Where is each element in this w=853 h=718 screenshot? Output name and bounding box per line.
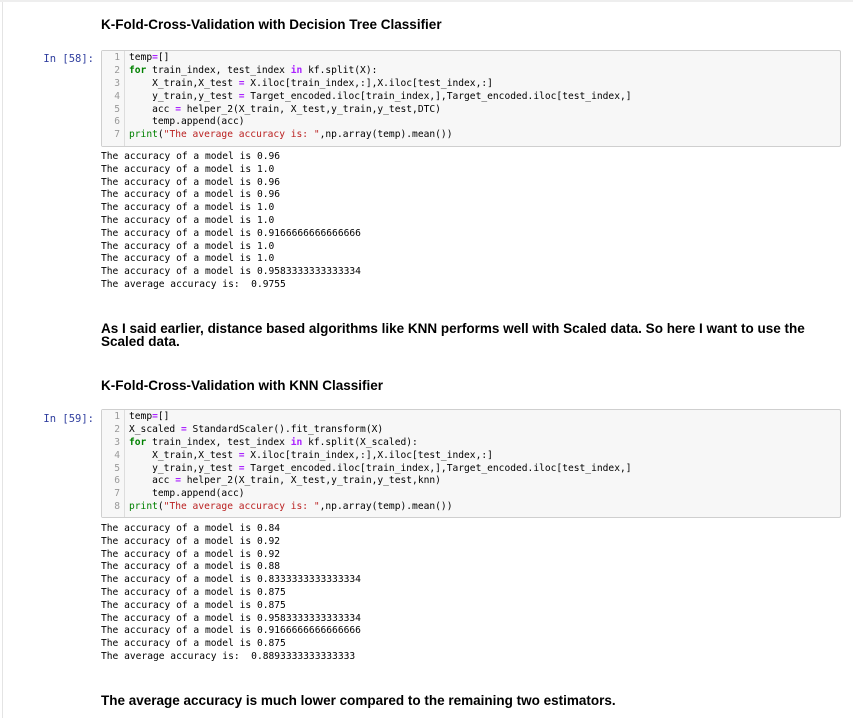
output-line: The accuracy of a model is 1.0: [101, 240, 275, 252]
cell-prompt-58: In [58]:: [43, 53, 94, 65]
code-line[interactable]: 1 temp=[]: [102, 52, 840, 65]
code-line[interactable]: 2 for train_index, test_index in kf.split…: [102, 65, 840, 78]
heading-knn: K-Fold-Cross-Validation with KNN Classif…: [101, 378, 384, 393]
notebook-left-edge: [2, 2, 3, 718]
paragraph-scaled-line2: Scaled data.: [101, 334, 180, 349]
code-line[interactable]: 4 y_train,y_test = Target_encoded.iloc[t…: [102, 91, 840, 104]
output-line: The accuracy of a model is 0.95833333333…: [101, 612, 361, 624]
code-line[interactable]: 5 acc = helper_2(X_train, X_test,y_train…: [102, 104, 840, 117]
code-line[interactable]: 6 acc = helper_2(X_train, X_test,y_train…: [102, 475, 840, 488]
output-line: The accuracy of a model is 0.91666666666…: [101, 625, 361, 637]
output-line: The accuracy of a model is 0.91666666666…: [101, 227, 361, 239]
code-line[interactable]: 4 X_train,X_test = X.iloc[train_index,:]…: [102, 450, 840, 463]
output-line: The accuracy of a model is 0.96: [101, 151, 281, 162]
code-cell-58[interactable]: 1 temp=[] 2 for train_index, test_index in…: [101, 50, 841, 147]
output-line: The accuracy of a model is 0.95833333333…: [101, 266, 361, 278]
code-line[interactable]: 3 X_train,X_test = X.iloc[train_index,:]…: [102, 78, 840, 91]
code-line[interactable]: 2 X_scaled = StandardScaler().fit_transfo…: [102, 424, 840, 437]
paragraph-conclusion: The average accuracy is much lower compa…: [101, 693, 616, 708]
code-line[interactable]: 5 y_train,y_test = Target_encoded.iloc[t…: [102, 463, 840, 476]
code-line[interactable]: 7 temp.append(acc): [102, 488, 840, 501]
output-line: The accuracy of a model is 0.92: [101, 548, 281, 560]
top-border: [0, 0, 853, 2]
heading-dtc: K-Fold-Cross-Validation with Decision Tr…: [101, 17, 442, 32]
output-line: The accuracy of a model is 1.0: [101, 163, 275, 175]
code-line[interactable]: 8 print("The average accuracy is: ",np.ar…: [102, 501, 840, 514]
cell-output-59: The accuracy of a model is 0.84 The accu…: [101, 523, 361, 664]
output-line: The accuracy of a model is 1.0: [101, 214, 275, 226]
output-line: The accuracy of a model is 0.875: [101, 599, 286, 611]
output-line: The accuracy of a model is 1.0: [101, 253, 275, 265]
code-line[interactable]: 3 for train_index, test_index in kf.split…: [102, 437, 840, 450]
code-line[interactable]: 7 print("The average accuracy is: ",np.ar…: [102, 129, 840, 142]
code-cell-59[interactable]: 1 temp=[] 2 X_scaled = StandardScaler().fi…: [101, 409, 841, 518]
output-line: The accuracy of a model is 0.96: [101, 176, 281, 188]
output-line: The accuracy of a model is 0.92: [101, 535, 281, 547]
output-line: The average accuracy is: 0.8893333333333…: [101, 650, 356, 662]
paragraph-scaled-line1: As I said earlier, distance based algori…: [101, 321, 805, 336]
output-line: The accuracy of a model is 0.88: [101, 561, 281, 573]
output-line: The average accuracy is: 0.9755: [101, 278, 286, 290]
cell-output-58: The accuracy of a model is 0.96 The accu…: [101, 151, 361, 292]
output-line: The accuracy of a model is 0.84: [101, 523, 281, 534]
cell-prompt-59: In [59]:: [43, 413, 94, 425]
output-line: The accuracy of a model is 0.96: [101, 189, 281, 201]
output-line: The accuracy of a model is 1.0: [101, 202, 275, 214]
output-line: The accuracy of a model is 0.875: [101, 638, 286, 650]
code-line[interactable]: 1 temp=[]: [102, 411, 840, 424]
code-line[interactable]: 6 temp.append(acc): [102, 116, 840, 129]
output-line: The accuracy of a model is 0.875: [101, 586, 286, 598]
output-line: The accuracy of a model is 0.83333333333…: [101, 574, 361, 586]
